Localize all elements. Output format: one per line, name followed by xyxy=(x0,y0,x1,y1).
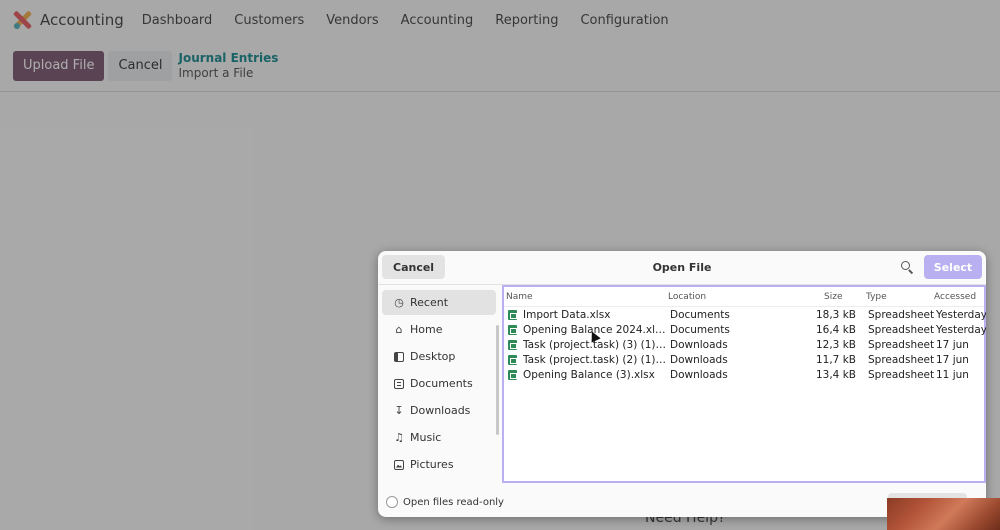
webcam-thumbnail xyxy=(887,498,1000,530)
sidebar-item-label: Music xyxy=(410,431,442,444)
sidebar-item-label: Documents xyxy=(410,377,473,390)
file-size: 12,3 kB xyxy=(815,338,856,351)
file-location: Downloads xyxy=(670,368,728,381)
sidebar-item-home[interactable]: ⌂ Home xyxy=(382,317,496,342)
places-sidebar: ◷ Recent ⌂ Home Desktop Documents ↧ Down… xyxy=(378,285,502,485)
spreadsheet-icon xyxy=(508,354,517,365)
file-location: Downloads xyxy=(670,338,728,351)
sidebar-item-label: Home xyxy=(410,323,443,336)
dialog-title: Open File xyxy=(652,261,712,274)
file-type: Spreadsheet xyxy=(868,323,935,336)
column-header-location[interactable]: Location xyxy=(666,292,814,302)
home-icon: ⌂ xyxy=(395,323,403,336)
file-type: Spreadsheet xyxy=(868,308,935,321)
file-row[interactable]: Opening Balance 2024.xlsx Documents 16,4… xyxy=(504,322,986,337)
file-location: Downloads xyxy=(670,353,728,366)
sidebar-item-downloads[interactable]: ↧ Downloads xyxy=(382,398,496,423)
document-icon xyxy=(393,378,405,390)
file-accessed: 11 jun xyxy=(936,368,969,381)
file-list-header: Name Location Size Type Accessed xyxy=(504,287,984,307)
file-row[interactable]: Import Data.xlsx Documents 18,3 kB Sprea… xyxy=(504,307,986,322)
file-size: 18,3 kB xyxy=(815,308,856,321)
file-name: Opening Balance (3).xlsx xyxy=(523,368,655,381)
dialog-select-button[interactable]: Select xyxy=(924,255,982,279)
sidebar-item-label: Downloads xyxy=(410,404,471,417)
dialog-header: Cancel Open File Select xyxy=(378,251,986,285)
sidebar-item-label: Pictures xyxy=(410,458,454,471)
sidebar-item-music[interactable]: ♫ Music xyxy=(382,425,496,450)
open-file-dialog: Cancel Open File Select ◷ Recent ⌂ Home … xyxy=(378,251,986,517)
clock-icon: ◷ xyxy=(394,296,404,309)
sidebar-item-documents[interactable]: Documents xyxy=(382,371,496,396)
search-icon[interactable] xyxy=(900,260,914,274)
sidebar-scrollbar[interactable] xyxy=(496,325,499,435)
file-row[interactable]: Opening Balance (3).xlsx Downloads 13,4 … xyxy=(504,367,984,382)
column-header-size[interactable]: Size xyxy=(814,292,860,302)
file-row[interactable]: Task (project.task) (3) (1).... Download… xyxy=(504,337,984,352)
sidebar-item-label: Desktop xyxy=(410,350,456,363)
file-size: 11,7 kB xyxy=(815,353,856,366)
file-location: Documents xyxy=(670,308,730,321)
column-header-name[interactable]: Name xyxy=(504,292,666,302)
file-accessed: 17 jun xyxy=(936,353,969,366)
file-accessed: Yesterday xyxy=(936,308,986,321)
file-list: Name Location Size Type Accessed Import … xyxy=(502,285,986,483)
spreadsheet-icon xyxy=(508,324,517,335)
file-name: Task (project.task) (2) (1).... xyxy=(523,353,666,366)
file-accessed: Yesterday xyxy=(936,323,986,336)
column-header-accessed[interactable]: Accessed xyxy=(932,292,984,302)
download-icon: ↧ xyxy=(394,404,404,417)
sidebar-item-label: Recent xyxy=(410,296,449,309)
sidebar-item-pictures[interactable]: Pictures xyxy=(382,452,496,477)
file-type: Spreadsheet xyxy=(868,368,935,381)
desktop-icon xyxy=(393,351,405,363)
file-size: 13,4 kB xyxy=(815,368,856,381)
spreadsheet-icon xyxy=(508,309,517,320)
file-type: Spreadsheet xyxy=(868,353,935,366)
music-icon: ♫ xyxy=(394,431,404,444)
file-type: Spreadsheet xyxy=(868,338,935,351)
sidebar-item-recent[interactable]: ◷ Recent xyxy=(382,290,496,315)
file-row[interactable]: Task (project.task) (2) (1).... Download… xyxy=(504,352,984,367)
readonly-label[interactable]: Open files read-only xyxy=(403,497,504,508)
file-accessed: 17 jun xyxy=(936,338,969,351)
file-name: Import Data.xlsx xyxy=(523,308,611,321)
spreadsheet-icon xyxy=(508,369,517,380)
file-size: 16,4 kB xyxy=(815,323,856,336)
readonly-checkbox[interactable] xyxy=(386,496,398,508)
file-location: Documents xyxy=(670,323,730,336)
column-header-type[interactable]: Type xyxy=(860,292,932,302)
spreadsheet-icon xyxy=(508,339,517,350)
pictures-icon xyxy=(393,459,405,471)
sidebar-item-desktop[interactable]: Desktop xyxy=(382,344,496,369)
